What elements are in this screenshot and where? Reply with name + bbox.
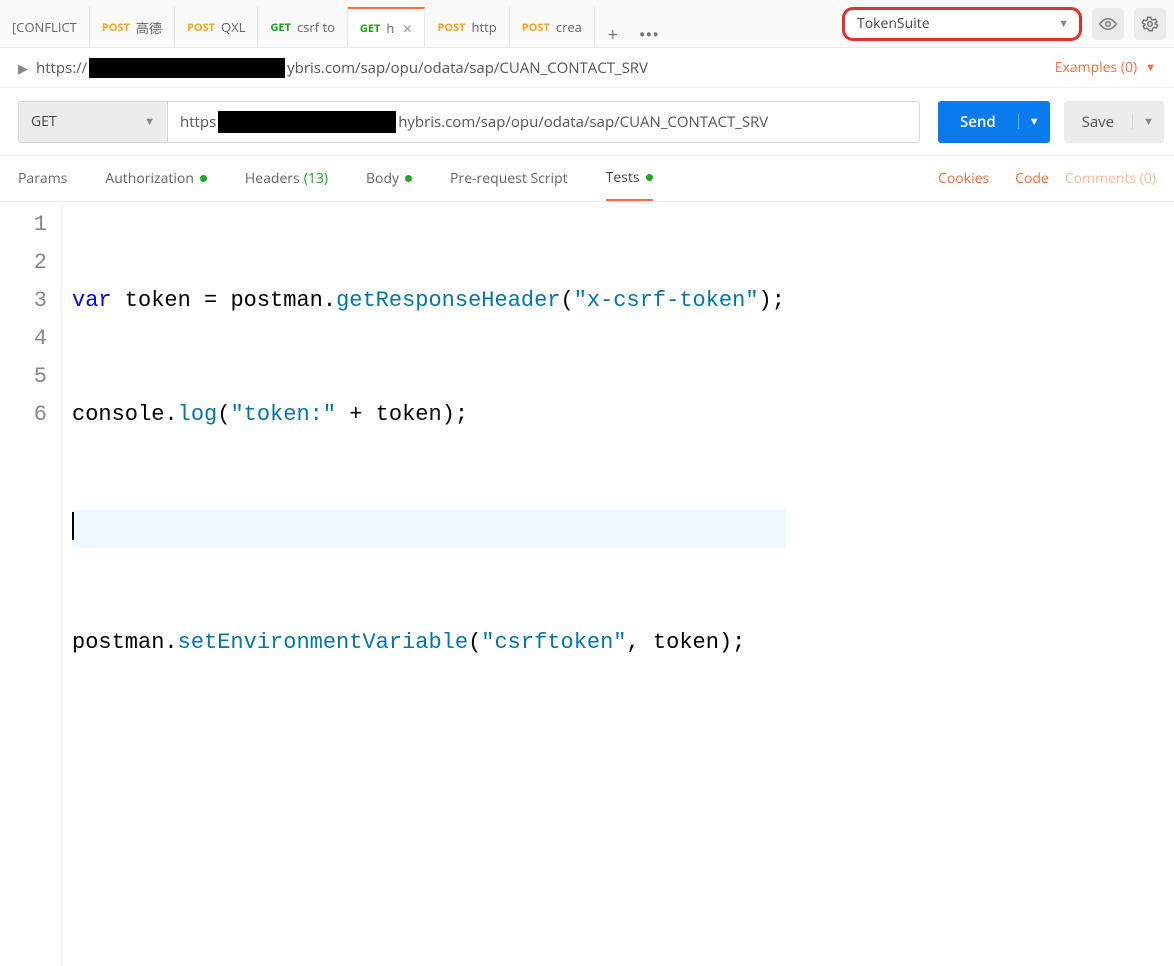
tab-headers[interactable]: Headers (13) bbox=[245, 156, 328, 201]
line-number: 5 bbox=[0, 358, 47, 396]
text-cursor bbox=[72, 512, 74, 540]
request-title-row: ▶ https:// ybris.com/sap/opu/odata/sap/C… bbox=[0, 48, 1174, 88]
method-badge: POST bbox=[437, 20, 465, 35]
tab-label: Params bbox=[18, 169, 67, 188]
topbar-right: TokenSuite ▼ bbox=[834, 7, 1174, 41]
tab-label: Tests bbox=[606, 168, 640, 187]
status-dot-icon bbox=[646, 174, 653, 181]
line-number: 1 bbox=[0, 206, 47, 244]
request-subtabs: Params Authorization Headers (13) Body P… bbox=[0, 156, 1174, 202]
save-split-button[interactable]: ▼ bbox=[1132, 114, 1164, 129]
tab-label: Body bbox=[366, 169, 399, 188]
method-badge: POST bbox=[187, 20, 215, 35]
save-button[interactable]: Save bbox=[1064, 112, 1132, 132]
top-bar: [CONFLICT POST 高德 POST QXL GET csrf to G… bbox=[0, 0, 1174, 48]
code-line: console.log("token:" + token); bbox=[72, 396, 785, 434]
tab-label: Headers bbox=[245, 169, 300, 188]
close-icon[interactable]: ✕ bbox=[402, 20, 412, 37]
tab-body[interactable]: Body bbox=[366, 156, 412, 201]
tab-authorization[interactable]: Authorization bbox=[105, 156, 207, 201]
more-tabs-button[interactable]: ••• bbox=[631, 23, 667, 47]
method-select[interactable]: GET ▼ bbox=[18, 101, 168, 143]
comments-link[interactable]: Comments (0) bbox=[1065, 169, 1156, 188]
tab-post-qxl[interactable]: POST QXL bbox=[175, 7, 259, 47]
code-area[interactable]: var token = postman.getResponseHeader("x… bbox=[62, 206, 785, 966]
expand-icon[interactable]: ▶ bbox=[18, 59, 28, 77]
send-split-button[interactable]: ▼ bbox=[1018, 114, 1050, 129]
save-button-group: Save ▼ bbox=[1064, 101, 1164, 143]
gear-icon bbox=[1141, 15, 1159, 33]
tab-label: 高德 bbox=[136, 18, 162, 37]
tab-post-crea[interactable]: POST crea bbox=[510, 7, 595, 47]
tests-editor[interactable]: 1 2 3 4 5 6 var token = postman.getRespo… bbox=[0, 202, 1174, 966]
method-value: GET bbox=[31, 112, 57, 131]
chevron-down-icon[interactable]: ▼ bbox=[1145, 60, 1156, 75]
status-dot-icon bbox=[200, 175, 207, 182]
code-line: var token = postman.getResponseHeader("x… bbox=[72, 282, 785, 320]
send-button-group: Send ▼ bbox=[938, 101, 1050, 143]
line-number: 2 bbox=[0, 244, 47, 282]
method-badge: GET bbox=[360, 21, 381, 36]
headers-count: (13) bbox=[304, 169, 328, 188]
environment-name: TokenSuite bbox=[857, 14, 930, 33]
tab-get-h[interactable]: GET h ✕ bbox=[348, 7, 426, 47]
code-line: postman.setEnvironmentVariable("csrftoke… bbox=[72, 624, 785, 662]
tab-label: QXL bbox=[221, 18, 245, 36]
tab-label: crea bbox=[556, 18, 582, 36]
line-number: 6 bbox=[0, 396, 47, 434]
method-badge: GET bbox=[270, 20, 291, 35]
tab-get-csrf[interactable]: GET csrf to bbox=[258, 7, 347, 47]
send-button[interactable]: Send bbox=[938, 112, 1018, 132]
tab-post-http[interactable]: POST http bbox=[425, 7, 509, 47]
tab-params[interactable]: Params bbox=[18, 156, 67, 201]
redacted-host bbox=[218, 111, 396, 133]
line-number: 4 bbox=[0, 320, 47, 358]
cookies-link[interactable]: Cookies bbox=[938, 169, 989, 188]
tab-conflict[interactable]: [CONFLICT bbox=[0, 7, 90, 47]
method-badge: POST bbox=[102, 20, 130, 35]
url-suffix: hybris.com/sap/opu/odata/sap/CUAN_CONTAC… bbox=[398, 112, 768, 132]
url-prefix: https bbox=[180, 112, 216, 132]
code-line-active bbox=[72, 510, 785, 548]
settings-button[interactable] bbox=[1134, 8, 1166, 40]
request-url-suffix: ybris.com/sap/opu/odata/sap/CUAN_CONTACT… bbox=[287, 58, 648, 78]
request-url-prefix: https:// bbox=[36, 58, 87, 78]
code-line bbox=[72, 852, 785, 890]
tab-label: h bbox=[386, 19, 394, 37]
eye-icon bbox=[1099, 15, 1117, 33]
line-gutter: 1 2 3 4 5 6 bbox=[0, 206, 62, 966]
chevron-down-icon: ▼ bbox=[144, 114, 155, 129]
redacted-host bbox=[89, 58, 285, 78]
tab-tests[interactable]: Tests bbox=[606, 156, 653, 201]
tab-pre-request[interactable]: Pre-request Script bbox=[450, 156, 568, 201]
status-dot-icon bbox=[405, 175, 412, 182]
tab-label: csrf to bbox=[297, 18, 335, 36]
url-input[interactable]: https hybris.com/sap/opu/odata/sap/CUAN_… bbox=[168, 101, 920, 143]
line-number: 3 bbox=[0, 282, 47, 320]
tab-strip: [CONFLICT POST 高德 POST QXL GET csrf to G… bbox=[0, 0, 834, 47]
tab-label: [CONFLICT bbox=[12, 18, 77, 36]
code-line bbox=[72, 738, 785, 776]
new-tab-button[interactable]: + bbox=[595, 23, 631, 47]
chevron-down-icon: ▼ bbox=[1058, 16, 1069, 31]
tab-label: http bbox=[472, 18, 497, 36]
tab-post-gaode[interactable]: POST 高德 bbox=[90, 7, 175, 47]
request-row: GET ▼ https hybris.com/sap/opu/odata/sap… bbox=[0, 88, 1174, 156]
environment-quicklook-button[interactable] bbox=[1092, 8, 1124, 40]
examples-dropdown[interactable]: Examples (0) bbox=[1055, 58, 1137, 77]
method-badge: POST bbox=[522, 20, 550, 35]
tab-label: Pre-request Script bbox=[450, 169, 568, 188]
tab-label: Authorization bbox=[105, 169, 194, 188]
code-link[interactable]: Code bbox=[1005, 169, 1049, 188]
environment-select[interactable]: TokenSuite ▼ bbox=[842, 7, 1082, 41]
